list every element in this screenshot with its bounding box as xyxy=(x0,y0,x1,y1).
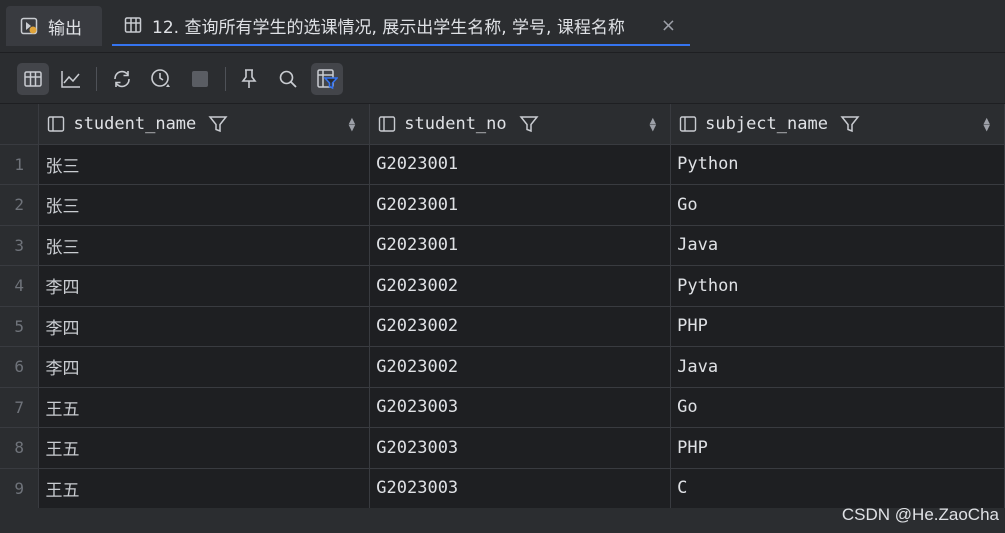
filter-icon[interactable] xyxy=(840,114,860,134)
table-row[interactable]: 6 李四 G2023002 Java xyxy=(0,346,1005,388)
cell-student-no[interactable]: G2023003 xyxy=(369,468,672,509)
cell-subject-name[interactable]: Go xyxy=(670,387,1005,428)
cell-student-name[interactable]: 李四 xyxy=(38,346,371,388)
cell-student-name[interactable]: 王五 xyxy=(38,468,371,509)
column-header-student-no[interactable]: student_no ▲ ▼ xyxy=(369,104,672,145)
close-icon[interactable]: × xyxy=(661,15,676,36)
tab-bar: 输出 12. 查询所有学生的选课情况, 展示出学生名称, 学号, 课程名称 × xyxy=(0,0,1005,53)
cell-student-name[interactable]: 李四 xyxy=(38,306,371,347)
cell-subject-name[interactable]: PHP xyxy=(670,427,1005,469)
cell-subject-name[interactable]: Java xyxy=(670,225,1005,266)
row-number: 5 xyxy=(0,306,40,347)
cell-student-name[interactable]: 李四 xyxy=(38,265,371,307)
cell-student-no[interactable]: G2023002 xyxy=(369,306,672,347)
column-icon xyxy=(378,115,396,133)
row-number: 7 xyxy=(0,387,40,428)
cell-student-name[interactable]: 王五 xyxy=(38,387,371,428)
pin-icon[interactable] xyxy=(233,63,265,95)
sort-icon[interactable]: ▲ ▼ xyxy=(349,115,356,133)
sort-icon[interactable]: ▲ ▼ xyxy=(983,115,990,133)
cell-student-no[interactable]: G2023001 xyxy=(369,225,672,266)
toolbar-separator xyxy=(96,67,97,91)
tab-query-result[interactable]: 12. 查询所有学生的选课情况, 展示出学生名称, 学号, 课程名称 × xyxy=(112,6,690,46)
cell-student-no[interactable]: G2023002 xyxy=(369,265,672,307)
table-row[interactable]: 4 李四 G2023002 Python xyxy=(0,265,1005,307)
cell-subject-name[interactable]: Python xyxy=(670,265,1005,307)
column-icon xyxy=(47,115,65,133)
cell-student-name[interactable]: 张三 xyxy=(38,184,371,226)
tab-output-label: 输出 xyxy=(48,18,82,39)
result-grid: student_name ▲ ▼ student_no ▲ ▼ subject_… xyxy=(0,104,1005,509)
cell-student-name[interactable]: 张三 xyxy=(38,144,371,185)
column-name: student_no xyxy=(404,113,507,134)
refresh-icon[interactable] xyxy=(106,63,138,95)
tab-query-label: 12. 查询所有学生的选课情况, 展示出学生名称, 学号, 课程名称 xyxy=(152,17,625,38)
column-icon xyxy=(679,115,697,133)
filter-icon[interactable] xyxy=(311,63,343,95)
filter-icon[interactable] xyxy=(519,114,539,134)
history-icon[interactable] xyxy=(145,63,177,95)
table-row[interactable]: 1 张三 G2023001 Python xyxy=(0,144,1005,185)
tab-output[interactable]: 输出 xyxy=(6,6,102,46)
row-number-header xyxy=(0,104,40,145)
table-icon xyxy=(124,16,142,34)
cell-subject-name[interactable]: Python xyxy=(670,144,1005,185)
cell-student-no[interactable]: G2023001 xyxy=(369,144,672,185)
console-output-icon xyxy=(20,17,38,35)
table-row[interactable]: 9 王五 G2023003 C xyxy=(0,468,1005,509)
row-number: 2 xyxy=(0,184,40,226)
table-row[interactable]: 7 王五 G2023003 Go xyxy=(0,387,1005,428)
cell-subject-name[interactable]: PHP xyxy=(670,306,1005,347)
result-table: student_name ▲ ▼ student_no ▲ ▼ subject_… xyxy=(0,104,1005,509)
table-row[interactable]: 3 张三 G2023001 Java xyxy=(0,225,1005,266)
cell-student-no[interactable]: G2023003 xyxy=(369,387,672,428)
cell-student-name[interactable]: 张三 xyxy=(38,225,371,266)
table-view-icon[interactable] xyxy=(17,63,49,95)
row-number: 6 xyxy=(0,346,40,388)
search-icon[interactable] xyxy=(272,63,304,95)
row-number: 4 xyxy=(0,265,40,307)
cell-student-name[interactable]: 王五 xyxy=(38,427,371,469)
stop-icon[interactable] xyxy=(184,63,216,95)
column-header-student-name[interactable]: student_name ▲ ▼ xyxy=(38,104,371,145)
column-name: subject_name xyxy=(705,113,828,134)
cell-subject-name[interactable]: Java xyxy=(670,346,1005,388)
column-header-subject-name[interactable]: subject_name ▲ ▼ xyxy=(670,104,1005,145)
toolbar-separator xyxy=(225,67,226,91)
table-row[interactable]: 5 李四 G2023002 PHP xyxy=(0,306,1005,347)
column-name: student_name xyxy=(73,113,197,134)
result-toolbar xyxy=(0,53,1005,104)
cell-student-no[interactable]: G2023001 xyxy=(369,184,672,226)
chart-view-icon[interactable] xyxy=(55,63,87,95)
cell-student-no[interactable]: G2023003 xyxy=(369,427,672,469)
filter-icon[interactable] xyxy=(208,114,228,134)
header-row: student_name ▲ ▼ student_no ▲ ▼ subject_… xyxy=(0,104,1005,145)
table-row[interactable]: 8 王五 G2023003 PHP xyxy=(0,427,1005,469)
sort-icon[interactable]: ▲ ▼ xyxy=(650,115,657,133)
row-number: 9 xyxy=(0,468,40,509)
cell-subject-name[interactable]: Go xyxy=(670,184,1005,226)
cell-subject-name[interactable]: C xyxy=(670,468,1005,509)
row-number: 8 xyxy=(0,427,40,469)
cell-student-no[interactable]: G2023002 xyxy=(369,346,672,388)
table-row[interactable]: 2 张三 G2023001 Go xyxy=(0,184,1005,226)
row-number: 1 xyxy=(0,144,40,185)
watermark: CSDN @He.ZaoCha xyxy=(841,505,999,524)
row-number: 3 xyxy=(0,225,40,266)
